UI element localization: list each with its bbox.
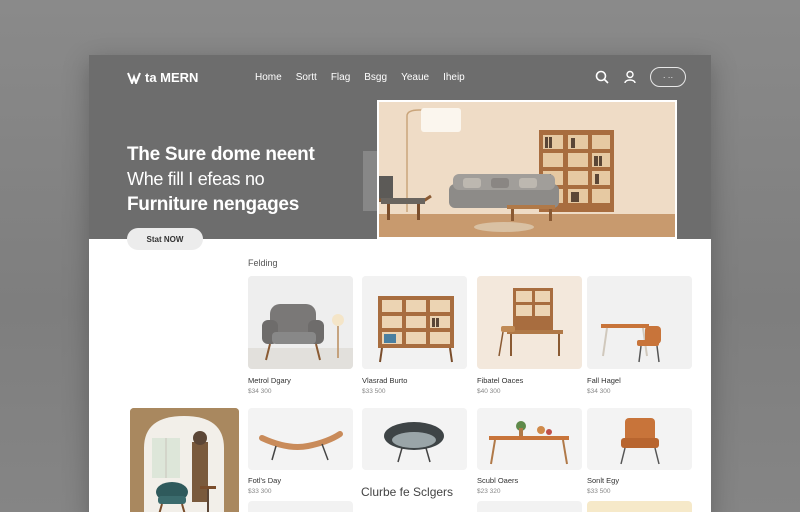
product-price: $33 300 — [248, 488, 272, 495]
product-price: $33 500 — [362, 388, 386, 395]
section-title: Clurbe fe Sclgers — [361, 485, 454, 499]
hero-room-image — [377, 100, 677, 239]
hero-line-2: Whe fill I efeas no — [127, 169, 265, 189]
product-name: Fotl's Day — [248, 476, 282, 485]
product-name: Fibatel Oaces — [477, 376, 524, 385]
featured-room-image[interactable] — [130, 408, 239, 512]
product-price: $34 300 — [248, 388, 272, 395]
nav-item-2[interactable]: Sortt — [296, 72, 317, 83]
header-icons: · ·· — [594, 67, 686, 87]
brand-logo-icon — [127, 72, 141, 84]
product-price: $33 500 — [587, 488, 611, 495]
user-icon[interactable] — [622, 69, 638, 85]
bookshelf-image — [362, 276, 467, 369]
product-card-desk[interactable] — [477, 276, 582, 369]
product-card-peek[interactable] — [248, 501, 353, 512]
product-card-peek[interactable] — [587, 501, 692, 512]
pod-chair-image — [362, 408, 467, 470]
hero-accent-block — [363, 151, 377, 211]
shop-now-button[interactable]: Stat NOW — [127, 228, 203, 250]
arched-reading-nook-illustration — [130, 408, 239, 512]
cart-button[interactable]: · ·· — [650, 67, 686, 87]
nav-item-3[interactable]: Flag — [331, 72, 350, 83]
product-card-accent-chair[interactable] — [587, 408, 692, 470]
product-name: Sonlt Egy — [587, 476, 620, 485]
product-price: $34 300 — [587, 388, 611, 395]
living-room-illustration — [379, 102, 675, 237]
hero-banner: ta MERN Home Sortt Flag Bsgg Yeaue Iheip… — [89, 55, 711, 250]
product-price: $23 320 — [477, 488, 501, 495]
section-label: Felding — [248, 258, 278, 268]
search-icon[interactable] — [594, 69, 610, 85]
nav-item-help[interactable]: Iheip — [443, 72, 465, 83]
hero-line-3: Furniture nengages — [127, 194, 299, 215]
main-nav: Home Sortt Flag Bsgg Yeaue Iheip — [255, 72, 465, 83]
brand-name: ta MERN — [145, 70, 199, 85]
product-card-armchair[interactable] — [248, 276, 353, 369]
product-card-bookshelf[interactable] — [362, 276, 467, 369]
page-frame: ta MERN Home Sortt Flag Bsgg Yeaue Iheip… — [89, 55, 711, 512]
side-table-image — [477, 408, 582, 470]
product-card-lounge[interactable] — [248, 408, 353, 470]
product-name: Metrol Dgary — [248, 376, 291, 385]
product-card-side-table[interactable] — [477, 408, 582, 470]
product-card-table-chair[interactable] — [587, 276, 692, 369]
nav-item-home[interactable]: Home — [255, 72, 282, 83]
accent-chair-image — [587, 408, 692, 470]
cart-label: · ·· — [662, 72, 674, 82]
nav-item-4[interactable]: Bsgg — [364, 72, 387, 83]
product-name: Vlasrad Burto — [362, 376, 408, 385]
table-chair-image — [587, 276, 692, 369]
product-price: $40 300 — [477, 388, 501, 395]
product-name: Scubl Oaers — [477, 476, 519, 485]
desk-image — [477, 276, 582, 369]
hero-headline: The Sure dome neent Whe fill I efeas no … — [127, 142, 315, 217]
brand-logo[interactable]: ta MERN — [127, 70, 198, 85]
product-card-peek[interactable] — [477, 501, 582, 512]
lounge-chair-image — [248, 408, 353, 470]
nav-item-5[interactable]: Yeaue — [401, 72, 429, 83]
product-card-pod-chair[interactable] — [362, 408, 467, 470]
product-name: Fall Hagel — [587, 376, 621, 385]
armchair-image — [248, 276, 353, 369]
hero-line-1: The Sure dome neent — [127, 144, 315, 165]
